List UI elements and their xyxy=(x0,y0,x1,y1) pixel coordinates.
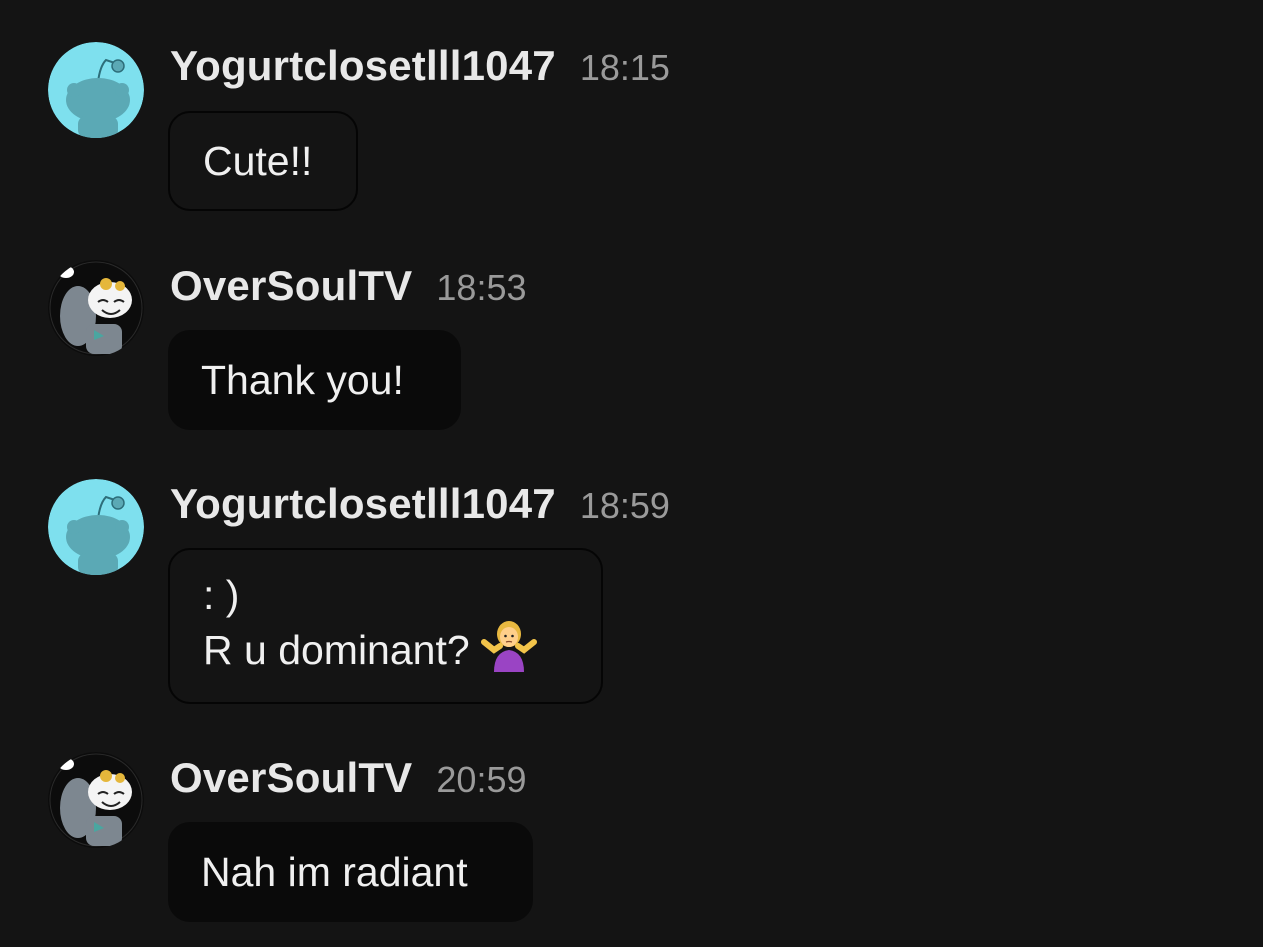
message-header: Yogurtclosetlll1047 18:15 xyxy=(170,42,670,90)
chat-thread: Yogurtclosetlll1047 18:15 Cute!! OverSou… xyxy=(0,0,1263,947)
message-header: OverSoulTV 20:59 xyxy=(170,754,527,802)
message-text: R u dominant? xyxy=(203,626,470,673)
username[interactable]: Yogurtclosetlll1047 xyxy=(170,480,556,528)
message-text-line: R u dominant? xyxy=(203,620,568,683)
snoo-gray-hood-avatar-icon[interactable] xyxy=(48,260,144,356)
message-text: Thank you! xyxy=(201,357,404,403)
message-bubble[interactable]: Cute!! xyxy=(168,111,358,211)
person-shrugging-emoji-icon xyxy=(480,620,538,683)
timestamp: 18:59 xyxy=(579,485,670,526)
timestamp: 20:59 xyxy=(436,759,527,800)
snoo-teal-avatar-icon[interactable] xyxy=(48,42,144,138)
message-bubble[interactable]: : ) R u dominant? xyxy=(168,548,603,704)
message-text: Nah im radiant xyxy=(201,849,468,895)
snoo-teal-avatar-icon[interactable] xyxy=(48,479,144,575)
username[interactable]: OverSoulTV xyxy=(170,754,412,802)
username[interactable]: OverSoulTV xyxy=(170,262,412,310)
snoo-gray-hood-avatar-icon[interactable] xyxy=(48,752,144,848)
message-text: Cute!! xyxy=(203,138,313,184)
timestamp: 18:15 xyxy=(579,47,670,88)
message-text: : ) xyxy=(203,571,240,618)
message-header: OverSoulTV 18:53 xyxy=(170,262,527,310)
message-bubble[interactable]: Nah im radiant xyxy=(168,822,533,922)
message-bubble[interactable]: Thank you! xyxy=(168,330,461,430)
username[interactable]: Yogurtclosetlll1047 xyxy=(170,42,556,90)
message-header: Yogurtclosetlll1047 18:59 xyxy=(170,480,670,528)
timestamp: 18:53 xyxy=(436,267,527,308)
